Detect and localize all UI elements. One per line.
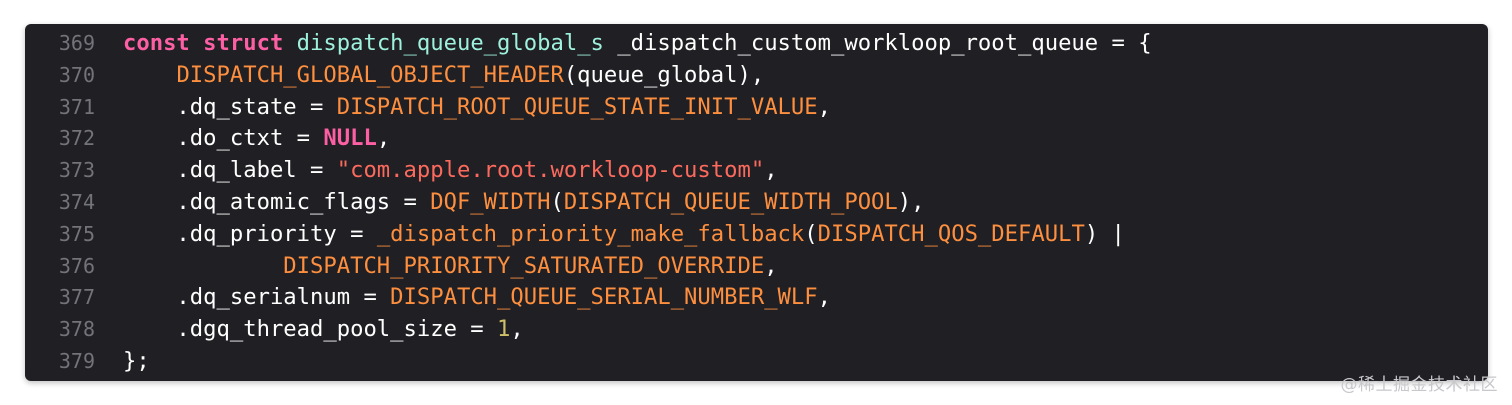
code-token-plain: , xyxy=(764,252,778,279)
code-block: 369 const struct dispatch_queue_global_s … xyxy=(25,28,1488,378)
code-token-plain: ), xyxy=(897,188,925,215)
code-token-plain: (queue_global), xyxy=(563,61,765,88)
code-token-plain: , xyxy=(817,93,831,120)
code-token-macro: DISPATCH_ROOT_QUEUE_STATE_INIT_VALUE xyxy=(336,93,818,120)
code-line: 371 .dq_state = DISPATCH_ROOT_QUEUE_STAT… xyxy=(25,92,1488,124)
code-text: .dgq_thread_pool_size = 1, xyxy=(123,316,524,343)
code-token-macro: DISPATCH_QUEUE_WIDTH_POOL xyxy=(563,188,898,215)
code-line: 374 .dq_atomic_flags = DQF_WIDTH(DISPATC… xyxy=(25,187,1488,219)
code-token-plain: ( xyxy=(550,188,564,215)
code-line: 378 .dgq_thread_pool_size = 1, xyxy=(25,314,1488,346)
code-text: const struct dispatch_queue_global_s _di… xyxy=(123,30,1152,56)
line-number: 377 xyxy=(58,285,95,310)
code-line: 372 .do_ctxt = NULL, xyxy=(25,123,1488,155)
code-token-macro: DISPATCH_QOS_DEFAULT xyxy=(817,220,1085,247)
code-token-macro: DISPATCH_PRIORITY_SATURATED_OVERRIDE xyxy=(283,252,765,279)
code-token-keyword: struct xyxy=(203,30,284,56)
line-number: 372 xyxy=(58,126,95,151)
code-token-number: 1 xyxy=(497,316,511,343)
code-text: .dq_label = "com.apple.root.workloop-cus… xyxy=(123,157,778,184)
line-number: 378 xyxy=(58,317,95,342)
code-line: 377 .dq_serialnum = DISPATCH_QUEUE_SERIA… xyxy=(25,282,1488,314)
code-token-macro: DQF_WIDTH xyxy=(430,188,551,215)
code-line: 370 DISPATCH_GLOBAL_OBJECT_HEADER(queue_… xyxy=(25,60,1488,92)
code-token-plain: , xyxy=(510,316,524,343)
code-token-plain: ( xyxy=(804,220,818,247)
code-text: DISPATCH_PRIORITY_SATURATED_OVERRIDE, xyxy=(123,252,778,279)
code-token-plain: , xyxy=(376,125,391,152)
code-token-plain: .dq_serialnum = xyxy=(123,284,391,311)
line-number: 374 xyxy=(58,189,95,214)
line-number: 371 xyxy=(58,94,95,119)
code-line: 376 DISPATCH_PRIORITY_SATURATED_OVERRIDE… xyxy=(25,251,1488,283)
code-token-plain: , xyxy=(817,284,831,311)
code-token-keyword: NULL xyxy=(323,125,377,152)
code-text: .dq_atomic_flags = DQF_WIDTH(DISPATCH_QU… xyxy=(123,188,925,215)
code-token-plain: .dq_label = xyxy=(123,157,337,184)
line-number: 369 xyxy=(58,31,95,55)
code-token-macro: DISPATCH_GLOBAL_OBJECT_HEADER xyxy=(176,61,564,88)
line-number: 375 xyxy=(58,221,95,246)
code-token-type: dispatch_queue_global_s xyxy=(296,30,604,56)
code-token-macro: _dispatch_priority_make_fallback xyxy=(376,220,805,247)
watermark: @稀土掘金技术社区 xyxy=(1340,375,1498,395)
code-line: 375 .dq_priority = _dispatch_priority_ma… xyxy=(25,219,1488,251)
line-number: 376 xyxy=(58,253,95,278)
code-text: DISPATCH_GLOBAL_OBJECT_HEADER(queue_glob… xyxy=(123,62,764,88)
code-token-string: "com.apple.root.workloop-custom" xyxy=(336,157,765,184)
code-line: 379}; xyxy=(25,346,1488,378)
code-text: .do_ctxt = NULL, xyxy=(123,125,390,151)
line-number: 379 xyxy=(58,348,95,373)
code-token-plain: , xyxy=(764,157,778,184)
code-token-plain: .dq_atomic_flags = xyxy=(123,188,431,215)
line-number: 373 xyxy=(58,158,95,183)
code-token-plain: _dispatch_custom_workloop_root_queue = { xyxy=(603,30,1152,56)
code-line: 373 .dq_label = "com.apple.root.workloop… xyxy=(25,155,1488,187)
code-token-plain: .dgq_thread_pool_size = xyxy=(123,316,498,343)
code-token-plain: .do_ctxt = xyxy=(123,125,324,152)
code-text: .dq_serialnum = DISPATCH_QUEUE_SERIAL_NU… xyxy=(123,284,831,310)
code-token-macro: DISPATCH_QUEUE_SERIAL_NUMBER_WLF xyxy=(390,284,818,311)
code-line: 369 const struct dispatch_queue_global_s … xyxy=(25,28,1488,60)
code-text: }; xyxy=(123,348,150,374)
code-text: .dq_priority = _dispatch_priority_make_f… xyxy=(123,220,1125,247)
code-token-plain: }; xyxy=(123,347,150,374)
line-number: 370 xyxy=(58,62,95,87)
code-editor: 369 const struct dispatch_queue_global_s … xyxy=(25,24,1488,381)
code-token-keyword: const xyxy=(123,30,190,56)
code-token-plain: ) | xyxy=(1084,220,1125,247)
code-token-plain: .dq_state = xyxy=(123,93,337,120)
code-text: .dq_state = DISPATCH_ROOT_QUEUE_STATE_IN… xyxy=(123,94,831,120)
code-token-plain: .dq_priority = xyxy=(123,220,377,247)
